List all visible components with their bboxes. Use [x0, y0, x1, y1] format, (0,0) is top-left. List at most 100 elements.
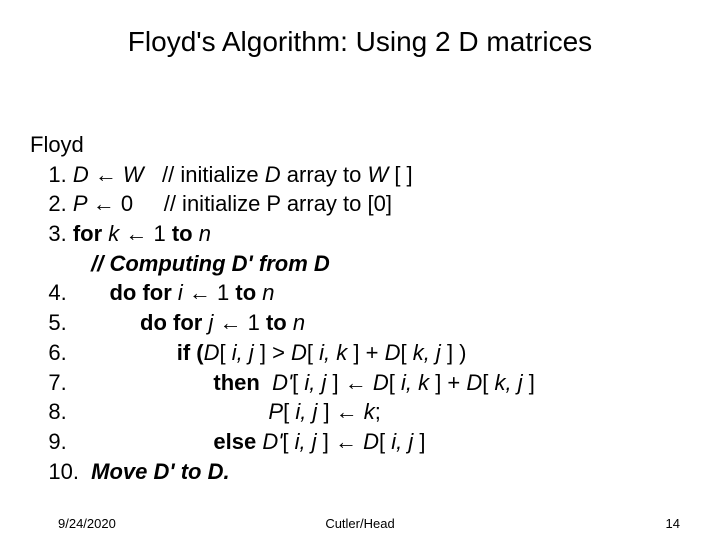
l6-b2: [: [307, 340, 319, 365]
l4-1: 1: [211, 280, 235, 305]
l7-kj: k, j: [495, 370, 523, 395]
l4-dofor: do for: [109, 280, 177, 305]
algo-line-8: 8. P[ i, j ] ← k;: [30, 397, 690, 427]
l5-1: 1: [241, 310, 265, 335]
algorithm-body: Floyd 1. D ← W // initialize D array to …: [30, 130, 690, 486]
l6-gt: ] >: [254, 340, 291, 365]
l4-n: n: [256, 280, 274, 305]
l9-b1: [: [282, 429, 294, 454]
l3-1: 1: [147, 221, 171, 246]
l6-close: ] ): [441, 340, 467, 365]
l9-D: D: [357, 429, 379, 454]
l1-br: [ ]: [388, 162, 412, 187]
arrow-icon: ←: [335, 429, 357, 454]
l6-if: if (: [177, 340, 204, 365]
l6-D1: D: [204, 340, 220, 365]
slide: Floyd's Algorithm: Using 2 D matrices Fl…: [0, 0, 720, 540]
comment-text: // Computing D' from D: [91, 251, 330, 276]
num-7: 7.: [48, 370, 213, 395]
algo-comment: // Computing D' from D: [30, 249, 690, 279]
l1-D: D: [73, 162, 95, 187]
l7-b1: [: [292, 370, 304, 395]
l8-b1: [: [283, 399, 295, 424]
l3-to: to: [172, 221, 193, 246]
l9-b2c: ]: [413, 429, 425, 454]
l7-b3: [: [482, 370, 494, 395]
footer-center: Cutler/Head: [0, 516, 720, 531]
num-10: 10.: [48, 459, 91, 484]
l7-ij: i, j: [304, 370, 326, 395]
l7-b1c: ]: [326, 370, 344, 395]
num-9: 9.: [48, 429, 213, 454]
arrow-icon: ←: [95, 162, 117, 187]
l6-plus: ] +: [347, 340, 384, 365]
l8-b1c: ]: [317, 399, 335, 424]
l1-txt1: // initialize: [144, 162, 265, 187]
l6-b3: [: [400, 340, 412, 365]
l4-to: to: [235, 280, 256, 305]
l7-b3c: ]: [523, 370, 535, 395]
arrow-icon: ←: [219, 310, 241, 335]
l8-P: P: [268, 399, 283, 424]
l7-then: then: [213, 370, 272, 395]
num-8: 8.: [48, 399, 268, 424]
num-6: 6.: [48, 340, 176, 365]
slide-title: Floyd's Algorithm: Using 2 D matrices: [0, 26, 720, 58]
num-2: 2.: [48, 191, 72, 216]
num-4: 4.: [48, 280, 109, 305]
l9-else: else: [213, 429, 262, 454]
l9-ij2: i, j: [391, 429, 413, 454]
l7-ik: i, k: [401, 370, 429, 395]
l8-k: k: [358, 399, 375, 424]
l3-k: k: [108, 221, 125, 246]
algo-line-4: 4. do for i ← 1 to n: [30, 278, 690, 308]
arrow-icon: ←: [336, 399, 358, 424]
l9-b1c: ]: [317, 429, 335, 454]
l1-W2: W: [367, 162, 388, 187]
l7-D: D: [367, 370, 389, 395]
l7-b2: [: [389, 370, 401, 395]
num-3: 3.: [48, 221, 72, 246]
algo-line-5: 5. do for j ← 1 to n: [30, 308, 690, 338]
algo-line-7: 7. then D'[ i, j ] ← D[ i, k ] + D[ k, j…: [30, 368, 690, 398]
num-1: 1.: [48, 162, 72, 187]
footer-page: 14: [666, 516, 680, 531]
arrow-icon: ←: [93, 191, 115, 216]
l5-dofor: do for: [140, 310, 208, 335]
l4-i: i: [178, 280, 189, 305]
l3-for: for: [73, 221, 108, 246]
l1-D2: D: [265, 162, 281, 187]
arrow-icon: ←: [125, 221, 147, 246]
l9-ij: i, j: [295, 429, 317, 454]
arrow-icon: ←: [189, 280, 211, 305]
algo-line-9: 9. else D'[ i, j ] ← D[ i, j ]: [30, 427, 690, 457]
l6-b1: [: [220, 340, 232, 365]
arrow-icon: ←: [345, 370, 367, 395]
algo-line-10: 10. Move D' to D.: [30, 457, 690, 487]
l9-b2: [: [379, 429, 391, 454]
l6-kj: k, j: [413, 340, 441, 365]
l9-Dp: D': [262, 429, 282, 454]
l6-ik: i, k: [319, 340, 347, 365]
l1-W: W: [117, 162, 144, 187]
l5-j: j: [208, 310, 219, 335]
algo-line-2: 2. P ← 0 // initialize P array to [0]: [30, 189, 690, 219]
l8-semi: ;: [375, 399, 381, 424]
l2-txt: // initialize P array to [0]: [133, 191, 392, 216]
l6-D2: D: [291, 340, 307, 365]
l5-n: n: [287, 310, 305, 335]
algo-line-6: 6. if (D[ i, j ] > D[ i, k ] + D[ k, j ]…: [30, 338, 690, 368]
l8-ij: i, j: [295, 399, 317, 424]
l1-txt2: array to: [281, 162, 368, 187]
l10-text: Move D' to D.: [91, 459, 229, 484]
l2-0: 0: [115, 191, 133, 216]
num-5: 5.: [48, 310, 140, 335]
l6-ij: i, j: [232, 340, 254, 365]
algo-line-3: 3. for k ← 1 to n: [30, 219, 690, 249]
l7-D2: D: [466, 370, 482, 395]
algo-line-1: 1. D ← W // initialize D array to W [ ]: [30, 160, 690, 190]
l2-P: P: [73, 191, 93, 216]
l3-n: n: [193, 221, 211, 246]
l6-D3: D: [385, 340, 401, 365]
algo-name: Floyd: [30, 130, 690, 160]
